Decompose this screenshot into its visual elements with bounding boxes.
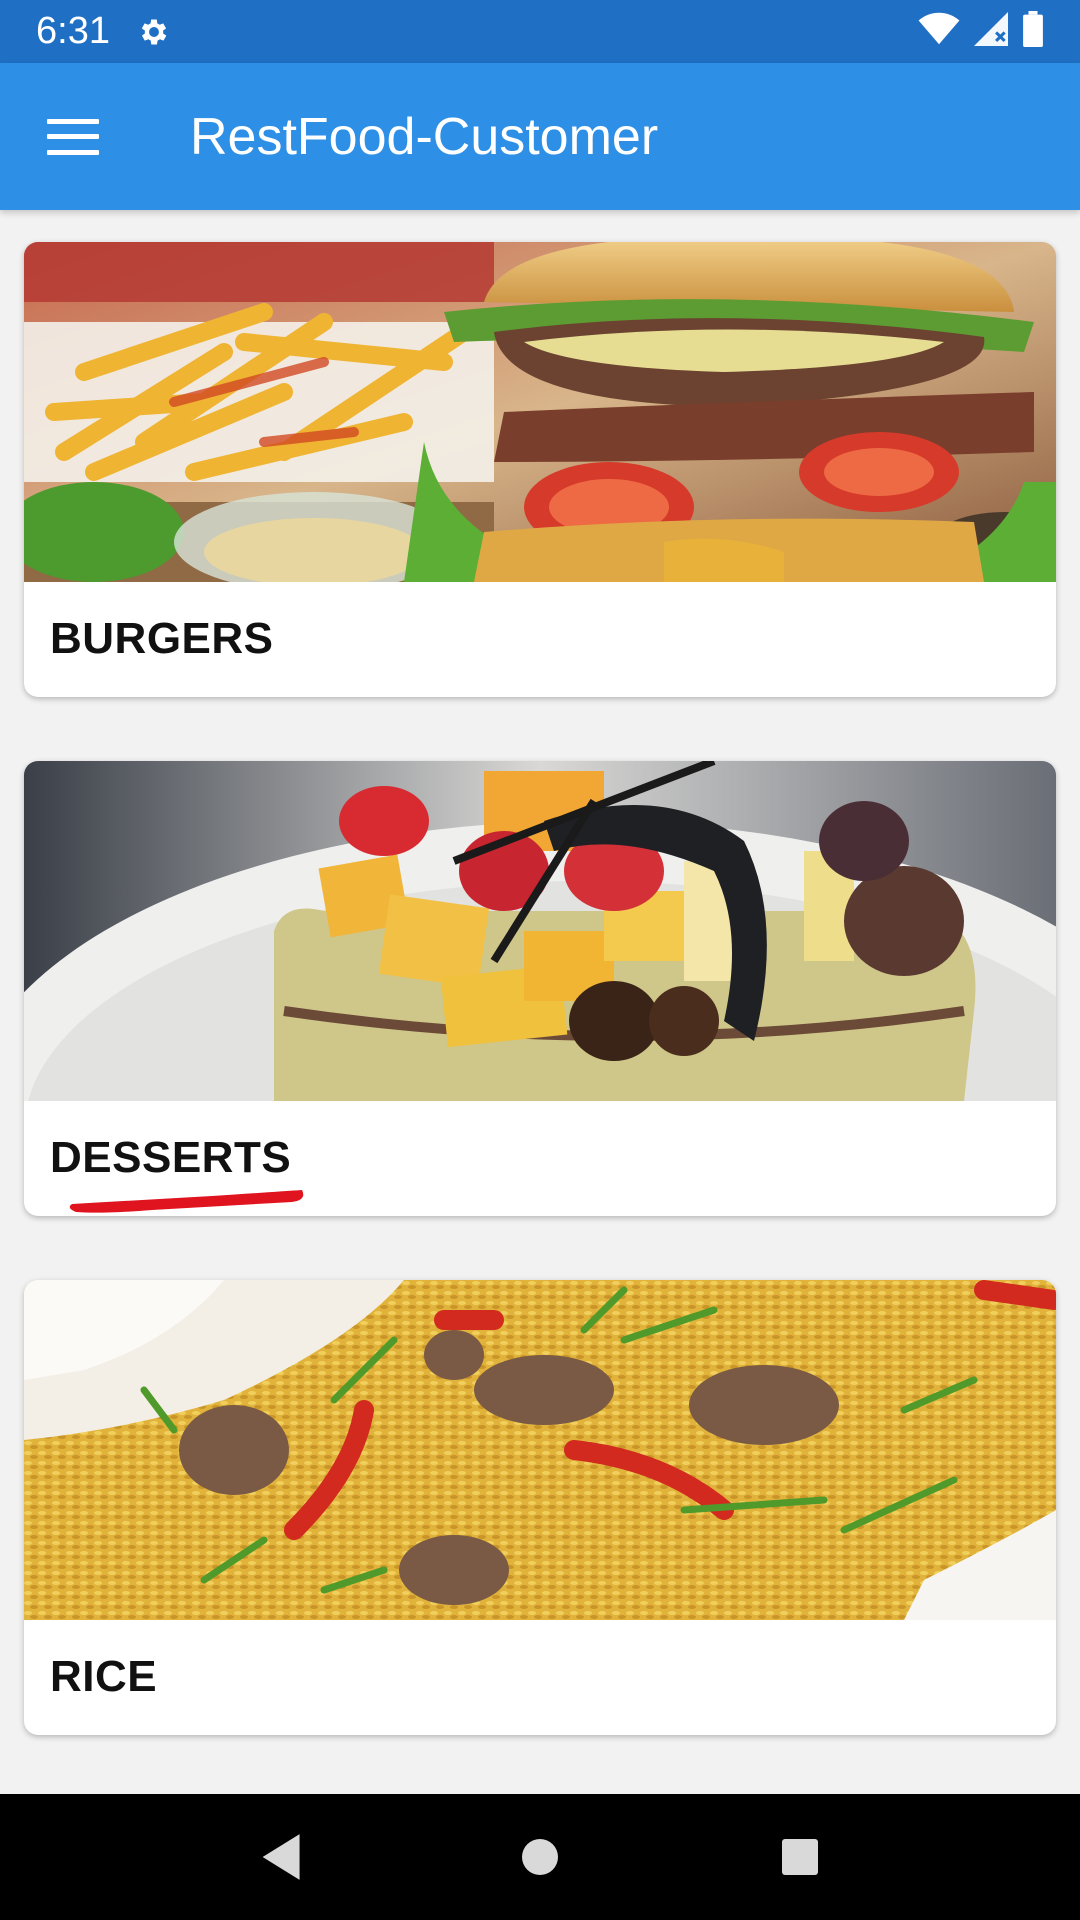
recents-icon [782,1839,818,1875]
wifi-icon [918,12,960,51]
home-button[interactable] [495,1812,585,1902]
category-card-rice[interactable]: RICE [24,1280,1056,1735]
category-label-rice: RICE [50,1652,158,1701]
fruit-cake-dessert-photo [24,761,1056,1101]
hamburger-menu-icon [47,118,99,155]
cell-signal-icon [974,12,1008,51]
menu-button[interactable] [0,63,146,210]
back-button[interactable] [235,1812,325,1902]
app-title: RestFood-Customer [190,107,659,166]
system-nav-bar [0,1794,1080,1920]
burger-and-fries-photo [24,242,1056,582]
status-time: 6:31 [36,10,110,52]
category-card-desserts[interactable]: DESSERTS [24,761,1056,1216]
home-icon [522,1839,558,1875]
recents-button[interactable] [755,1812,845,1902]
category-list: BURGERS DESSERTS RICE [0,210,1080,1794]
category-label-burgers: BURGERS [50,614,274,663]
gear-icon [136,14,172,50]
status-bar: 6:31 [0,0,1080,63]
app-bar: RestFood-Customer [0,63,1080,210]
status-icons [918,11,1044,52]
red-underline-annotation [69,1190,304,1213]
battery-icon [1022,11,1044,52]
back-icon [262,1834,300,1880]
category-card-burgers[interactable]: BURGERS [24,242,1056,697]
fried-rice-photo [24,1280,1056,1620]
